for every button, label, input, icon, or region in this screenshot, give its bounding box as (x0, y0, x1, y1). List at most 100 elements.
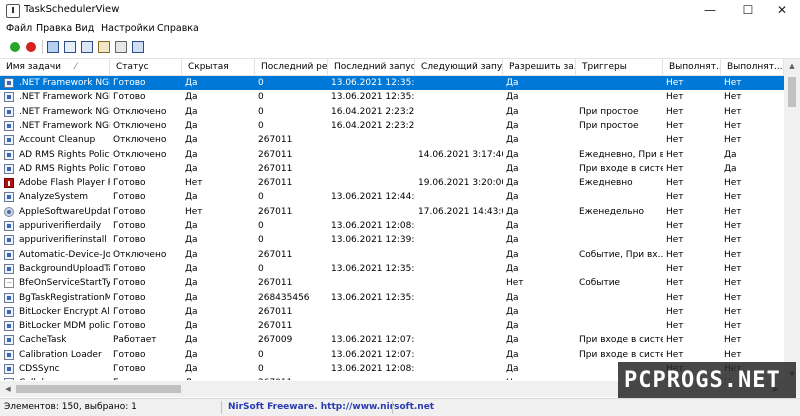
cell-last-result: 267011 (258, 278, 293, 289)
table-row[interactable]: appuriverifierdaily Готово Да 0 13.06.2021 1… (0, 219, 784, 233)
cell-last-run (328, 162, 415, 176)
column-triggers[interactable]: Триггеры (576, 59, 663, 75)
minimize-button[interactable]: — (692, 0, 728, 20)
column-status[interactable]: Статус (110, 59, 182, 75)
cell-status: Готово (113, 278, 146, 289)
menu-help[interactable]: Справка (157, 23, 199, 34)
table-row[interactable]: .NET Framework NGE...Отключено Да 0 16.04.2… (0, 119, 784, 133)
column-last-run[interactable]: Последний запуск (328, 59, 415, 75)
properties-icon[interactable] (98, 41, 110, 53)
cell-triggers (576, 76, 663, 90)
column-hidden[interactable]: Скрытая (182, 59, 255, 75)
cell-last-result: 267009 (258, 335, 293, 346)
horizontal-scroll-thumb[interactable] (16, 385, 181, 393)
cell-run-2: Нет (724, 192, 742, 203)
cell-last-run: 16.04.2021 2:23:26 (331, 106, 415, 117)
cell-run-2: Нет (724, 106, 742, 117)
copy-icon[interactable] (81, 41, 93, 53)
find-icon[interactable] (115, 41, 127, 53)
table-row[interactable]: Account Cleanup Отключено Да 267011 Да Нет Нет (0, 133, 784, 147)
task-list: .NET Framework NGE...ГотовоДа013.06.2021… (0, 76, 784, 380)
table-row[interactable]: Calibration Loader Готово Да 0 13.06.2021 12… (0, 348, 784, 362)
table-row[interactable]: .NET Framework NGE...Отключено Да 0 16.04.2… (0, 105, 784, 119)
menu-file[interactable]: Файл (6, 23, 32, 34)
column-last-result[interactable]: Последний ре... (255, 59, 328, 75)
column-run-2[interactable]: Выполнят... (721, 59, 784, 75)
menu-view[interactable]: Вид (75, 23, 94, 34)
table-row[interactable]: .NET Framework NGE...Готово Да 0 13.06.2021… (0, 76, 784, 91)
cell-hidden: Да (185, 163, 198, 174)
maximize-button[interactable]: ☐ (730, 0, 766, 20)
nirsoft-link[interactable]: NirSoft Freeware. http://www.nirsoft.net (228, 402, 434, 412)
cell-task-name: .NET Framework NGE... (19, 120, 110, 131)
cell-hidden: Да (185, 120, 198, 131)
column-run-1[interactable]: Выполнят... (663, 59, 721, 75)
window-title: TaskSchedulerView (24, 4, 120, 15)
scroll-up-icon[interactable]: ▲ (784, 59, 800, 73)
table-row[interactable]: BackgroundUploadTaskГотово Да 0 13.06.2021 … (0, 262, 784, 276)
cell-next-run (415, 376, 503, 380)
cell-last-result: 267011 (258, 135, 293, 146)
exit-icon[interactable] (132, 41, 144, 53)
vertical-scrollbar[interactable]: ▲ ▼ (784, 59, 800, 381)
cell-task-name: Cellular (16, 376, 110, 380)
table-row[interactable]: AppleSoftwareUpdate Готово Нет 267011 17.06.… (0, 205, 784, 219)
cell-run-2: Нет (724, 92, 742, 103)
table-row[interactable]: AD RMS Rights Policy ...Отключено Да 26701… (0, 148, 784, 162)
scroll-left-icon[interactable]: ◀ (0, 381, 16, 397)
cell-last-run (328, 176, 415, 190)
cell-triggers (576, 233, 663, 247)
cell-status: Готово (113, 235, 146, 246)
cell-triggers (576, 219, 663, 233)
cell-task-name: appuriverifierinstall (19, 235, 107, 246)
cell-run-2: Нет (724, 278, 742, 289)
cell-run-2: Нет (724, 135, 742, 146)
cell-last-run (328, 276, 415, 290)
task-icon (4, 321, 14, 332)
table-row[interactable]: BitLocker MDM policy...Готово Да 267011 Да Н… (0, 319, 784, 333)
column-allow-run[interactable]: Разрешить за... (503, 59, 576, 75)
refresh-icon[interactable] (64, 41, 76, 53)
cell-task-name: BitLocker MDM policy... (19, 321, 110, 332)
cell-run-2: Нет (724, 292, 742, 303)
cell-allow-run: Да (506, 306, 519, 317)
table-row[interactable]: AD RMS Rights Policy ...Готово Да 267011 Да… (0, 162, 784, 176)
cell-status: Готово (113, 306, 146, 317)
cell-run-2: Нет (724, 306, 742, 317)
table-row[interactable]: appuriverifierinstall Готово Да 0 13.06.2021… (0, 233, 784, 247)
table-row[interactable]: Automatic-Device-Join Отключено Да 267011 Да… (0, 248, 784, 262)
task-icon (4, 78, 14, 88)
enable-task-icon[interactable] (10, 42, 20, 52)
column-task-name[interactable]: Имя задачи ⁄ (0, 59, 110, 75)
close-button[interactable]: ✕ (764, 0, 800, 20)
cell-hidden: Да (185, 106, 198, 117)
cell-status: Готово (113, 206, 146, 217)
table-row[interactable]: BgTaskRegistrationMa...Готово Да 268435456… (0, 291, 784, 305)
cell-last-run: 13.06.2021 12:44:47 (331, 192, 415, 203)
cell-hidden: Да (185, 235, 198, 246)
cell-run-1: Нет (666, 106, 684, 117)
cell-hidden: Да (185, 135, 198, 146)
cell-hidden: Да (182, 376, 255, 380)
cell-run-1: Нет (666, 249, 684, 260)
cell-status: Отключено (113, 135, 167, 146)
vertical-scroll-thumb[interactable] (788, 77, 796, 107)
cell-last-run (328, 205, 415, 219)
cell-last-result: 0 (258, 364, 264, 374)
table-row[interactable]: .NET Framework NGE...Готово Да 0 13.06.2021… (0, 90, 784, 104)
save-icon[interactable] (47, 41, 59, 53)
menu-settings[interactable]: Настройки (101, 23, 155, 34)
cell-next-run (415, 333, 503, 347)
cell-triggers: Ежедневно, При в... (579, 149, 663, 160)
cell-run-1: Нет (666, 221, 684, 231)
table-row[interactable]: Adobe Flash Player PP...Готово Нет 267011 1… (0, 176, 784, 190)
column-next-run[interactable]: Следующий запуск (415, 59, 503, 75)
menu-edit[interactable]: Правка (36, 23, 72, 34)
disable-task-icon[interactable] (26, 42, 36, 52)
cell-next-run: 14.06.2021 3:17:40 (418, 149, 503, 160)
cell-next-run (415, 162, 503, 176)
table-row[interactable]: BitLocker Encrypt All ...Готово Да 267011 Д… (0, 305, 784, 319)
table-row[interactable]: CacheTask Работает Да 267009 13.06.2021 12:0… (0, 333, 784, 347)
table-row[interactable]: BfeOnServiceStartTyp...Готово Да 267011 Нет… (0, 276, 784, 290)
table-row[interactable]: AnalyzeSystem Готово Да 0 13.06.2021 12:44:4… (0, 190, 784, 204)
